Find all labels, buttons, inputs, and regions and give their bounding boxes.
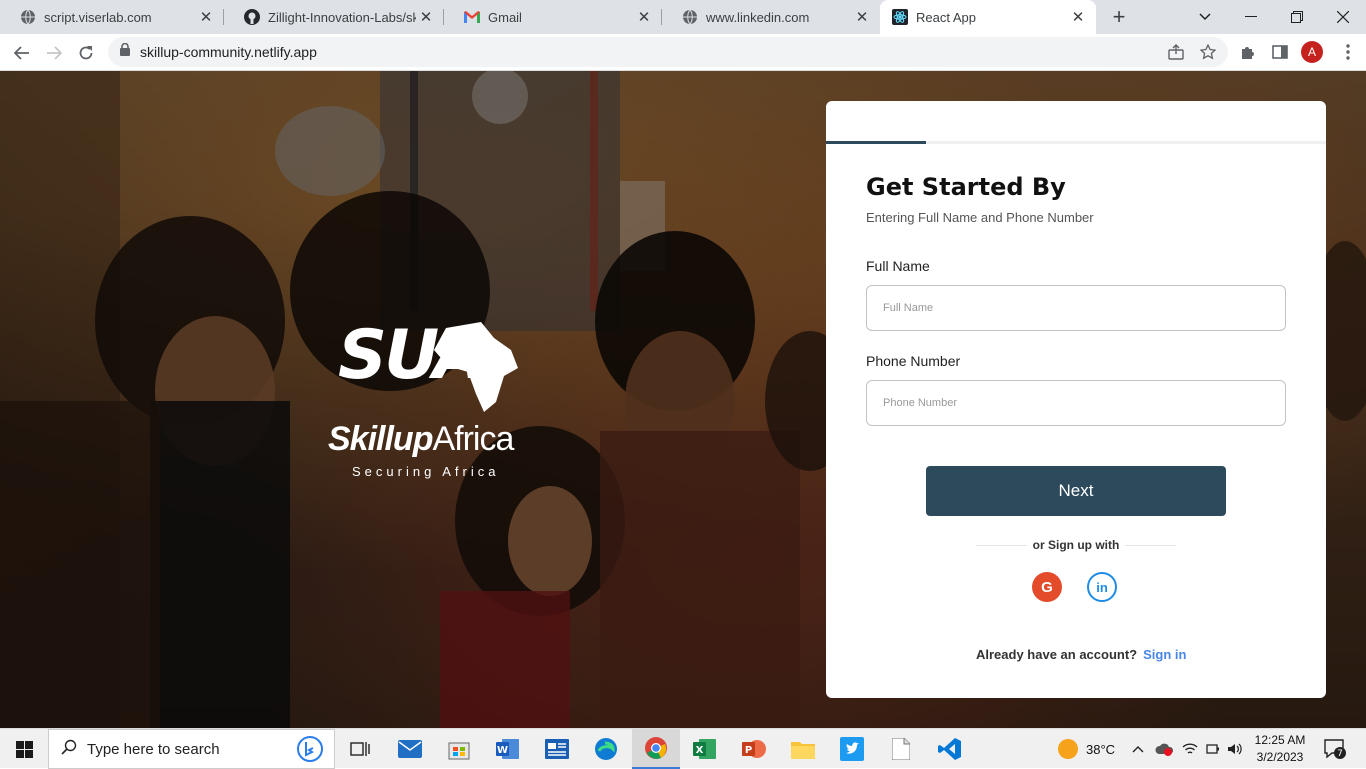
logo-name: SkillupAfrica [328,420,514,458]
tab-close-icon[interactable]: ✕ [1068,7,1088,27]
next-button[interactable]: Next [926,466,1226,516]
tab-close-icon[interactable]: ✕ [852,7,872,27]
svg-text:X: X [696,745,704,756]
lock-icon [120,42,130,61]
clock-time: 12:25 AM [1254,733,1306,747]
sun-weather-icon [1058,739,1078,759]
search-icon [61,739,77,760]
extensions-puzzle-icon[interactable] [1236,40,1260,64]
svg-text:P: P [745,745,752,756]
close-window-button[interactable] [1320,0,1366,34]
url-text: skillup-community.netlify.app [140,44,317,60]
excel-app-icon[interactable]: X [681,729,729,769]
tab-title: Gmail [488,9,522,25]
show-hidden-icons-chevron-icon[interactable] [1132,729,1144,769]
signin-row: Already have an account? Sign in [976,647,1186,662]
phone-number-label: Phone Number [866,353,961,369]
logo-tagline: Securing Africa [352,464,500,479]
store-app-icon[interactable] [435,729,483,769]
phone-number-input[interactable] [866,380,1286,426]
powerpoint-app-icon[interactable]: P [730,729,778,769]
new-tab-button[interactable]: + [1106,4,1132,29]
tab-title: www.linkedin.com [706,9,810,25]
bookmark-star-icon[interactable] [1196,40,1220,64]
task-view-icon[interactable] [336,729,384,769]
notification-count: 7 [1337,749,1343,759]
weather-widget[interactable]: 38°C [1058,729,1115,769]
address-bar[interactable]: skillup-community.netlify.app [108,37,1228,67]
skillup-africa-logo: SUA SkillupAfrica Securing Africa [326,316,536,486]
divider-text: or Sign up with [1032,538,1120,552]
globe-icon [682,9,698,25]
step-progress-bar [826,141,1326,144]
minimize-button[interactable] [1228,0,1274,34]
form-subtitle: Entering Full Name and Phone Number [866,210,1094,225]
browser-toolbar: skillup-community.netlify.app A [0,34,1366,71]
full-name-label: Full Name [866,258,930,274]
social-divider: or Sign up with [976,538,1176,552]
tab-react-app[interactable]: React App ✕ [880,0,1096,34]
tab-github[interactable]: Zillight-Innovation-Labs/skillu ✕ [224,0,444,34]
linkedin-signup-icon[interactable]: in [1087,572,1117,602]
notepad-file-icon[interactable] [877,729,925,769]
search-placeholder: Type here to search [87,740,220,758]
signup-page: SUA SkillupAfrica Securing Africa Get St… [0,71,1366,728]
taskbar-search-box[interactable]: Type here to search [48,729,335,769]
tab-title: Zillight-Innovation-Labs/skillu [268,9,416,25]
globe-icon [20,9,36,25]
news-app-icon[interactable] [533,729,581,769]
temperature-text: 38°C [1086,741,1116,757]
full-name-input[interactable] [866,285,1286,331]
side-panel-icon[interactable] [1268,40,1292,64]
word-app-icon[interactable]: W [484,729,532,769]
tab-close-icon[interactable]: ✕ [634,7,654,27]
react-icon [892,9,908,25]
tab-close-icon[interactable]: ✕ [416,7,436,27]
back-arrow-icon[interactable] [8,39,36,67]
battery-icon[interactable] [1206,729,1220,769]
tab-linkedin[interactable]: www.linkedin.com ✕ [662,0,880,34]
svg-text:W: W [497,745,508,756]
forward-arrow-icon[interactable] [40,39,68,67]
windows-start-icon[interactable] [0,729,48,769]
tab-viserlab[interactable]: script.viserlab.com ✕ [0,0,224,34]
restore-button[interactable] [1274,0,1320,34]
mail-app-icon[interactable] [386,729,434,769]
tab-close-icon[interactable]: ✕ [196,7,216,27]
taskbar-clock[interactable]: 12:25 AM 3/2/2023 [1245,732,1315,766]
volume-icon[interactable] [1227,729,1243,769]
signin-link[interactable]: Sign in [1143,647,1186,662]
step-progress-fill [826,141,926,144]
account-prompt: Already have an account? [976,647,1138,662]
chrome-browser-icon[interactable] [632,729,680,769]
profile-avatar[interactable]: A [1301,41,1323,63]
notification-center-icon[interactable]: 7 [1324,729,1346,769]
tab-title: script.viserlab.com [44,9,152,25]
file-explorer-icon[interactable] [779,729,827,769]
vscode-app-icon[interactable] [926,729,974,769]
form-title: Get Started By [866,173,1066,201]
github-icon [244,9,260,25]
share-icon[interactable] [1164,40,1188,64]
windows-taskbar: Type here to search W X P 38°C 12:25 AM … [0,728,1366,769]
twitter-app-icon[interactable] [828,729,876,769]
signup-card: Get Started By Entering Full Name and Ph… [826,101,1326,698]
more-menu-icon[interactable] [1336,40,1360,64]
tab-title: React App [916,9,976,25]
browser-tab-strip: script.viserlab.com ✕ Zillight-Innovatio… [0,0,1366,34]
google-signup-icon[interactable]: G [1032,572,1062,602]
wifi-icon[interactable] [1182,729,1198,769]
onedrive-icon[interactable] [1155,729,1175,769]
tab-search-chevron-icon[interactable] [1182,0,1228,34]
edge-browser-icon[interactable] [582,729,630,769]
reload-icon[interactable] [72,39,100,67]
gmail-icon [464,9,480,25]
tab-gmail[interactable]: Gmail ✕ [444,0,662,34]
logo-mark: SUA [338,316,486,395]
bing-icon[interactable] [296,735,324,768]
clock-date: 3/2/2023 [1256,750,1304,764]
